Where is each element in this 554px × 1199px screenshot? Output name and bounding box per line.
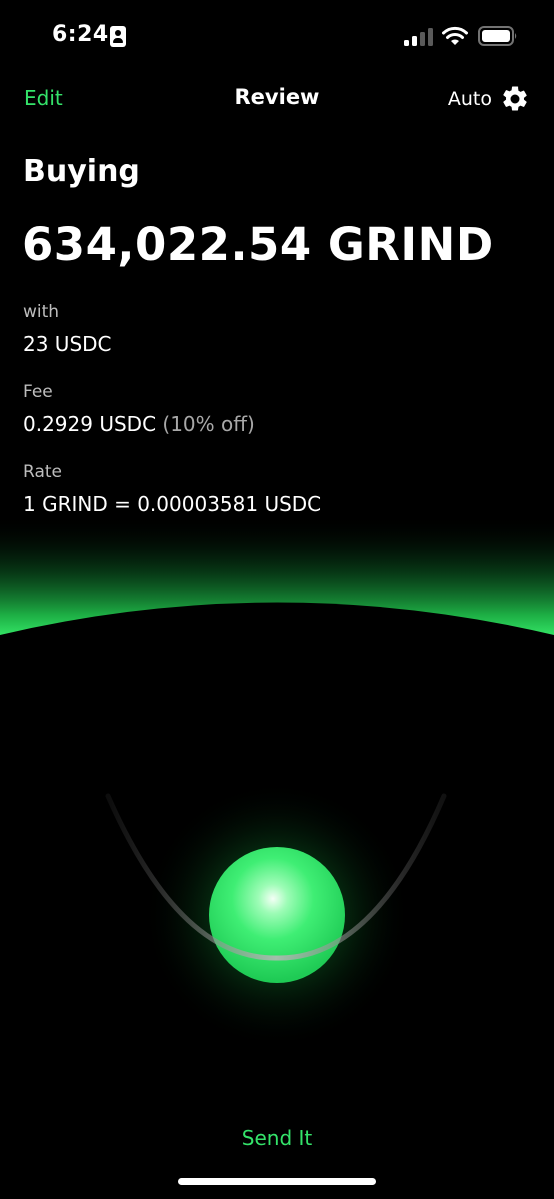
fee-label: Fee bbox=[23, 382, 53, 402]
auto-label: Auto bbox=[447, 88, 492, 110]
home-indicator[interactable] bbox=[178, 1178, 376, 1185]
edit-button[interactable]: Edit bbox=[24, 86, 63, 110]
battery-icon bbox=[478, 26, 517, 46]
send-it-button[interactable]: Send It bbox=[177, 1118, 377, 1158]
swipe-orb-illustration bbox=[105, 780, 447, 1040]
rate-value: 1 GRIND = 0.00003581 USDC bbox=[23, 492, 322, 516]
rate-label: Rate bbox=[23, 462, 62, 482]
fee-row: 0.2929 USDC (10% off) bbox=[23, 412, 255, 436]
fee-discount: (10% off) bbox=[162, 412, 255, 436]
buy-amount: 634,022.54 GRIND bbox=[22, 218, 494, 271]
nav-bar: Edit Review Auto bbox=[0, 76, 554, 122]
auto-settings-button[interactable]: Auto bbox=[448, 82, 530, 116]
with-label: with bbox=[23, 302, 60, 322]
gear-icon[interactable] bbox=[500, 84, 530, 114]
wifi-icon bbox=[442, 26, 468, 45]
with-value: 23 USDC bbox=[23, 332, 112, 356]
contact-badge-icon bbox=[110, 26, 126, 47]
status-bar: 6:24 bbox=[0, 0, 554, 70]
status-time: 6:24 bbox=[52, 22, 109, 47]
fee-value: 0.2929 USDC bbox=[23, 412, 157, 436]
cellular-signal-icon bbox=[404, 28, 434, 46]
buying-heading: Buying bbox=[23, 154, 140, 189]
review-screen: 6:24 Edit Review Auto Buying 634,022.54 … bbox=[0, 0, 554, 1199]
